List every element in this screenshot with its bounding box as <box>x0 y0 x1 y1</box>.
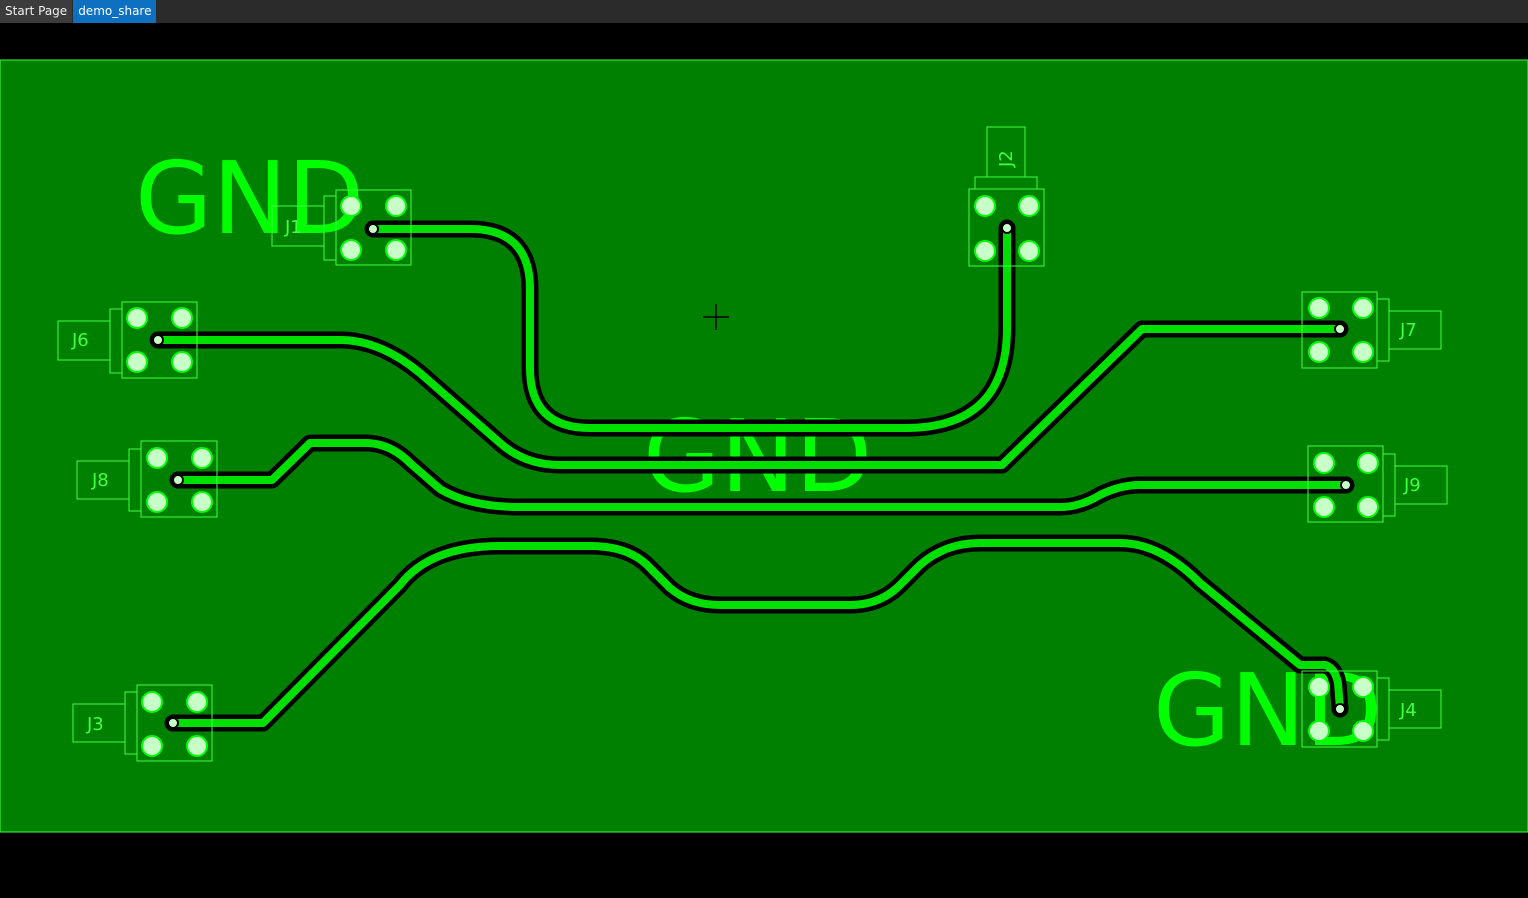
tab-start-page[interactable]: Start Page <box>0 0 73 23</box>
connector-ref-j3: J3 <box>86 714 104 735</box>
pcb-board-view[interactable]: GND GND GND J1 J2 J6 J8 J3 J7 J9 J4 <box>0 23 1528 898</box>
connector-ref-j2: J2 <box>996 150 1017 168</box>
connector-ref-j1: J1 <box>284 217 302 238</box>
connector-ref-j7: J7 <box>1399 320 1417 341</box>
gnd-label-top-left: GND <box>135 140 364 257</box>
pcb-editor-canvas[interactable]: GND GND GND J1 J2 J6 J8 J3 J7 J9 J4 <box>0 23 1528 898</box>
document-tab-bar: Start Page demo_share <box>0 0 1528 23</box>
tab-demo-share[interactable]: demo_share <box>73 0 157 23</box>
connector-ref-j9: J9 <box>1403 475 1421 496</box>
connector-ref-j6: J6 <box>71 330 89 351</box>
connector-ref-j4: J4 <box>1399 700 1417 721</box>
connector-ref-j8: J8 <box>91 470 109 491</box>
